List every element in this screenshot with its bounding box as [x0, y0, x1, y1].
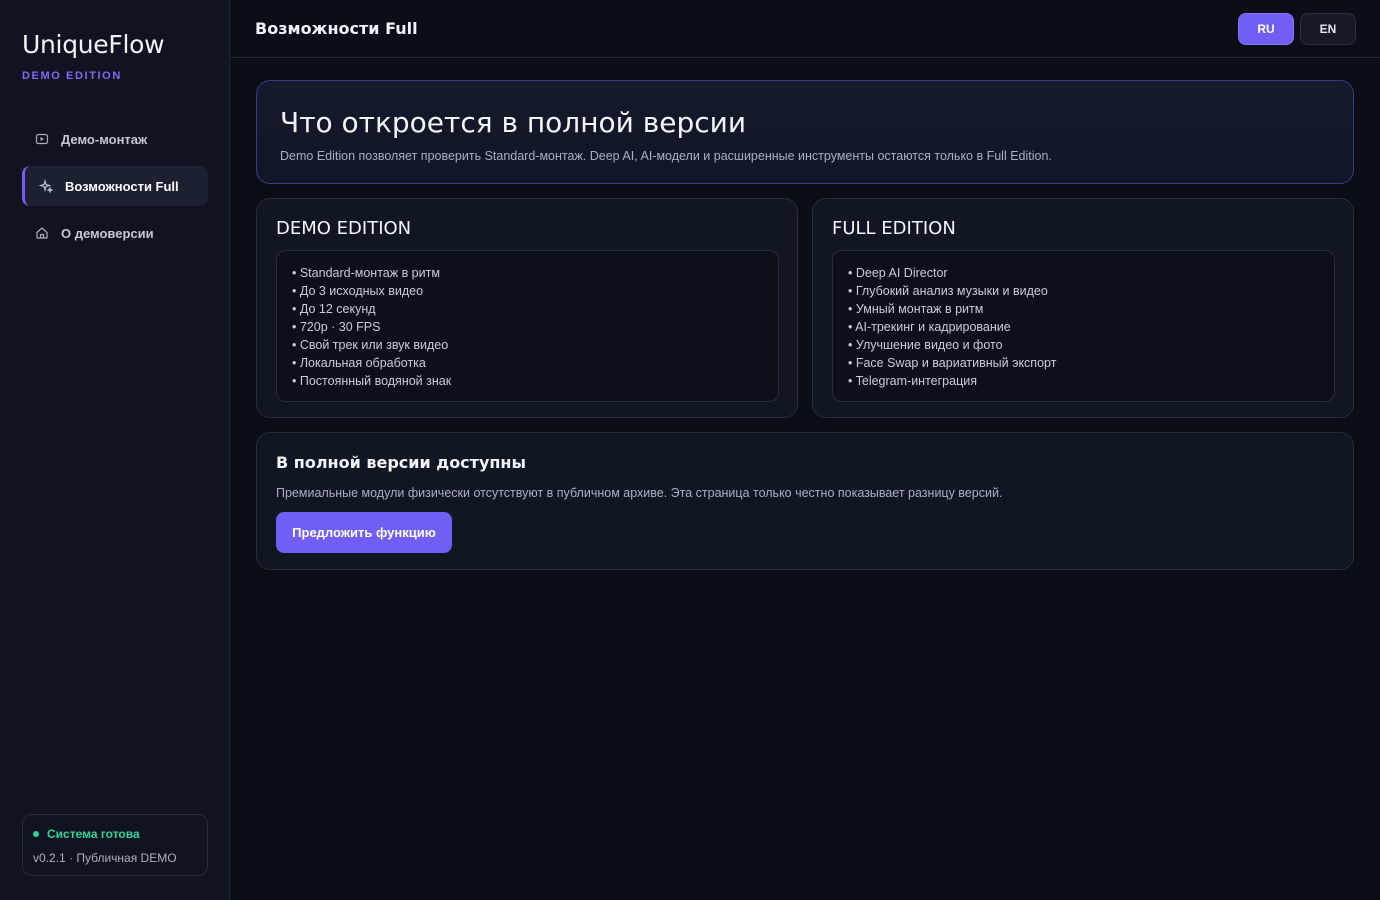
list-item: • Улучшение видео и фото	[848, 338, 1003, 352]
sidebar-item-label: О демоверсии	[61, 225, 154, 241]
version-label: v0.2.1 · Публичная DEMO	[33, 851, 177, 865]
lang-ru-button[interactable]: RU	[1238, 13, 1294, 45]
list-item: • Face Swap и вариативный экспорт	[848, 356, 1057, 370]
sidebar-item-label: Возможности Full	[65, 178, 179, 194]
sidebar-item-label: Демо-монтаж	[61, 131, 148, 147]
topbar: Возможности Full RU EN	[230, 0, 1380, 58]
sidebar-item-about-demo[interactable]: О демоверсии	[22, 213, 208, 253]
list-item: • Deep AI Director	[848, 266, 948, 280]
brand-edition-label: DEMO EDITION	[22, 70, 122, 82]
sidebar-nav: Демо-монтаж Возможности Full О демоверси…	[22, 119, 208, 260]
brand-title: UniqueFlow	[22, 30, 165, 59]
status-dot-icon	[33, 831, 39, 837]
demo-edition-card: DEMO EDITION • Standard-монтаж в ритм • …	[256, 198, 798, 418]
hero-banner: Что откроется в полной версии Demo Editi…	[256, 80, 1354, 184]
video-icon	[35, 132, 49, 146]
list-item: • До 12 секунд	[292, 302, 376, 316]
system-status-card: Система готова v0.2.1 · Публичная DEMO	[22, 814, 208, 876]
hero-description: Demo Edition позволяет проверить Standar…	[280, 149, 1052, 163]
sidebar: UniqueFlow DEMO EDITION Демо-монтаж Возм…	[0, 0, 230, 900]
list-item: • Свой трек или звук видео	[292, 338, 449, 352]
list-item: • Локальная обработка	[292, 356, 426, 370]
demo-edition-title: DEMO EDITION	[276, 218, 412, 239]
list-item: • Telegram-интеграция	[848, 374, 977, 388]
cta-title: В полной версии доступны	[276, 453, 526, 472]
full-edition-card: FULL EDITION • Deep AI Director • Глубок…	[812, 198, 1354, 418]
list-item: • Умный монтаж в ритм	[848, 302, 984, 316]
list-item: • Standard-монтаж в ритм	[292, 266, 440, 280]
full-feature-list: • Deep AI Director • Глубокий анализ муз…	[832, 250, 1335, 402]
list-item: • Глубокий анализ музыки и видео	[848, 284, 1048, 298]
sidebar-item-full-features[interactable]: Возможности Full	[22, 166, 208, 206]
full-version-cta-card: В полной версии доступны Премиальные мод…	[256, 432, 1354, 570]
list-item: • AI-трекинг и кадрирование	[848, 320, 1011, 334]
page-title: Возможности Full	[255, 19, 418, 38]
lang-en-button[interactable]: EN	[1300, 13, 1356, 45]
hero-title: Что откроется в полной версии	[280, 106, 747, 139]
list-item: • 720p · 30 FPS	[292, 320, 381, 334]
demo-feature-list: • Standard-монтаж в ритм • До 3 исходных…	[276, 250, 779, 402]
status-text: Система готова	[47, 827, 140, 841]
home-icon	[35, 226, 49, 240]
sparkles-icon	[39, 179, 53, 193]
suggest-feature-button[interactable]: Предложить функцию	[276, 512, 452, 553]
full-edition-title: FULL EDITION	[832, 218, 956, 239]
list-item: • До 3 исходных видео	[292, 284, 424, 298]
sidebar-item-demo-edit[interactable]: Демо-монтаж	[22, 119, 208, 159]
list-item: • Постоянный водяной знак	[292, 374, 452, 388]
cta-description: Премиальные модули физически отсутствуют…	[276, 486, 1003, 500]
